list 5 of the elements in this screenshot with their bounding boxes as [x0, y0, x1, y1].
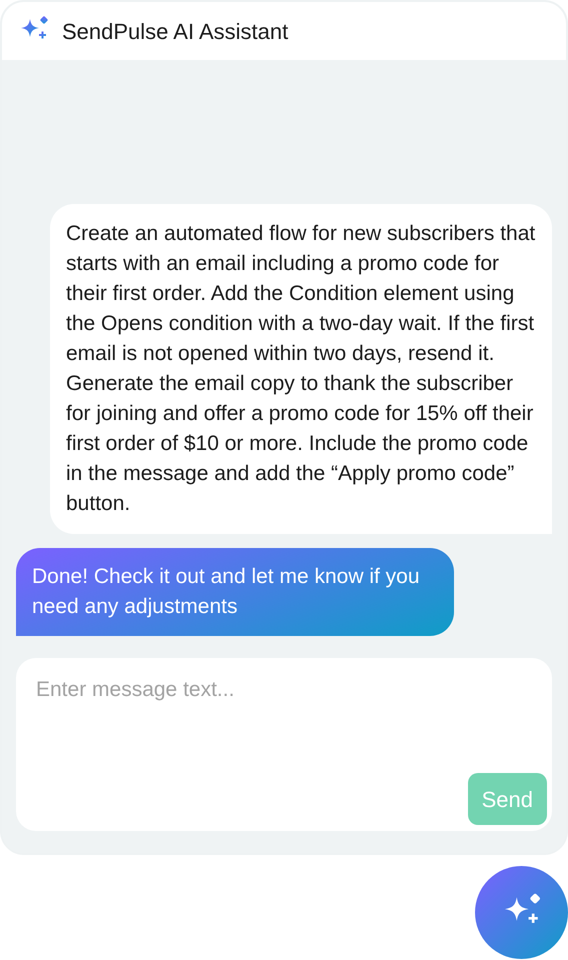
user-message: Create an automated flow for new subscribers that starts with an email including a promo code for their first order. Add the Condition element using the Opens condition with a two-day wait. If the first email is not opened within two days, resend it. Generate the email copy to thank the subscriber for joining and offer a promo code for 15% off their first order of $10 or more. Include the promo code in the message and add the “Apply promo code” button. — [50, 204, 552, 534]
window-title: SendPulse AI Assistant — [62, 18, 288, 46]
message-input[interactable]: Enter message text... Send — [16, 658, 552, 831]
assistant-message: Done! Check it out and let me know if you need any adjustments — [16, 548, 454, 636]
send-button[interactable]: Send — [468, 773, 547, 825]
